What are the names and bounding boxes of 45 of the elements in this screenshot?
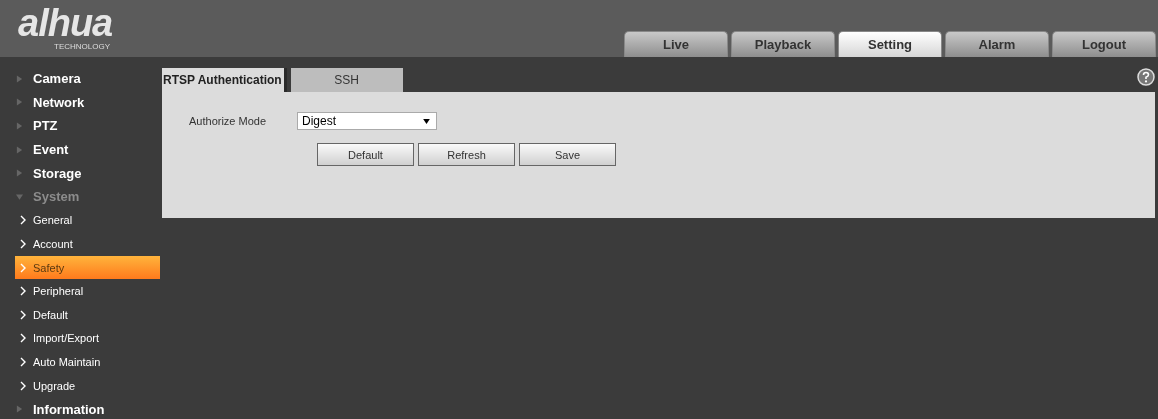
sidebar-item[interactable]: Event xyxy=(0,137,162,162)
sub-tab[interactable]: RTSP Authentication xyxy=(162,68,287,92)
action-button[interactable]: Refresh xyxy=(418,143,515,166)
help-icon[interactable] xyxy=(1137,68,1155,86)
action-button[interactable]: Save xyxy=(519,143,616,166)
dropdown-arrow-icon xyxy=(423,118,430,124)
sidebar-item[interactable]: Storage xyxy=(0,161,162,185)
sidebar-subitem[interactable]: Default xyxy=(0,302,160,327)
sidebar-subitem[interactable]: Upgrade xyxy=(0,373,160,398)
logo-wordmark: alhua xyxy=(18,4,113,42)
chevron-icon xyxy=(20,215,26,226)
chevron-icon xyxy=(20,309,26,320)
sidebar-subitem[interactable]: Auto Maintain xyxy=(0,350,160,374)
action-button[interactable]: Default xyxy=(317,143,414,166)
sidebar-subitem[interactable]: Import/Export xyxy=(0,326,160,351)
top-tab[interactable]: Live xyxy=(624,31,728,57)
sidebar-item[interactable]: PTZ xyxy=(0,114,162,138)
chevron-icon xyxy=(20,286,26,297)
sidebar-subitem[interactable]: Safety xyxy=(15,255,160,280)
triangle-icon xyxy=(16,145,23,154)
triangle-icon xyxy=(16,74,23,83)
triangle-icon xyxy=(16,122,23,130)
logo-tagline: TECHNOLOGY xyxy=(53,42,111,51)
chevron-icon xyxy=(20,356,26,367)
sidebar-subitem[interactable]: Peripheral xyxy=(0,279,160,303)
triangle-icon xyxy=(16,405,23,414)
sub-tab[interactable]: SSH xyxy=(290,68,403,92)
triangle-icon xyxy=(16,98,23,107)
field-label: Authorize Mode xyxy=(188,115,268,127)
triangle-icon xyxy=(16,169,23,178)
sidebar-item[interactable]: Network xyxy=(0,90,162,115)
top-tab[interactable]: Setting xyxy=(838,31,942,57)
top-tab[interactable]: Alarm xyxy=(945,31,1049,57)
sidebar-subitem[interactable]: Account xyxy=(0,232,160,256)
sidebar-item[interactable]: Camera xyxy=(0,67,162,91)
authorize-mode-dropdown[interactable]: Digest xyxy=(297,112,437,130)
top-tab[interactable]: Logout xyxy=(1052,31,1156,57)
sidebar-subitem[interactable]: General xyxy=(0,208,160,233)
sidebar-item[interactable]: Information xyxy=(0,397,162,419)
top-tab[interactable]: Playback xyxy=(731,31,835,57)
expanded-triangle-icon xyxy=(16,192,23,201)
chevron-icon xyxy=(20,262,26,273)
chevron-icon xyxy=(20,380,26,391)
chevron-icon xyxy=(20,238,26,249)
chevron-icon xyxy=(20,333,26,344)
